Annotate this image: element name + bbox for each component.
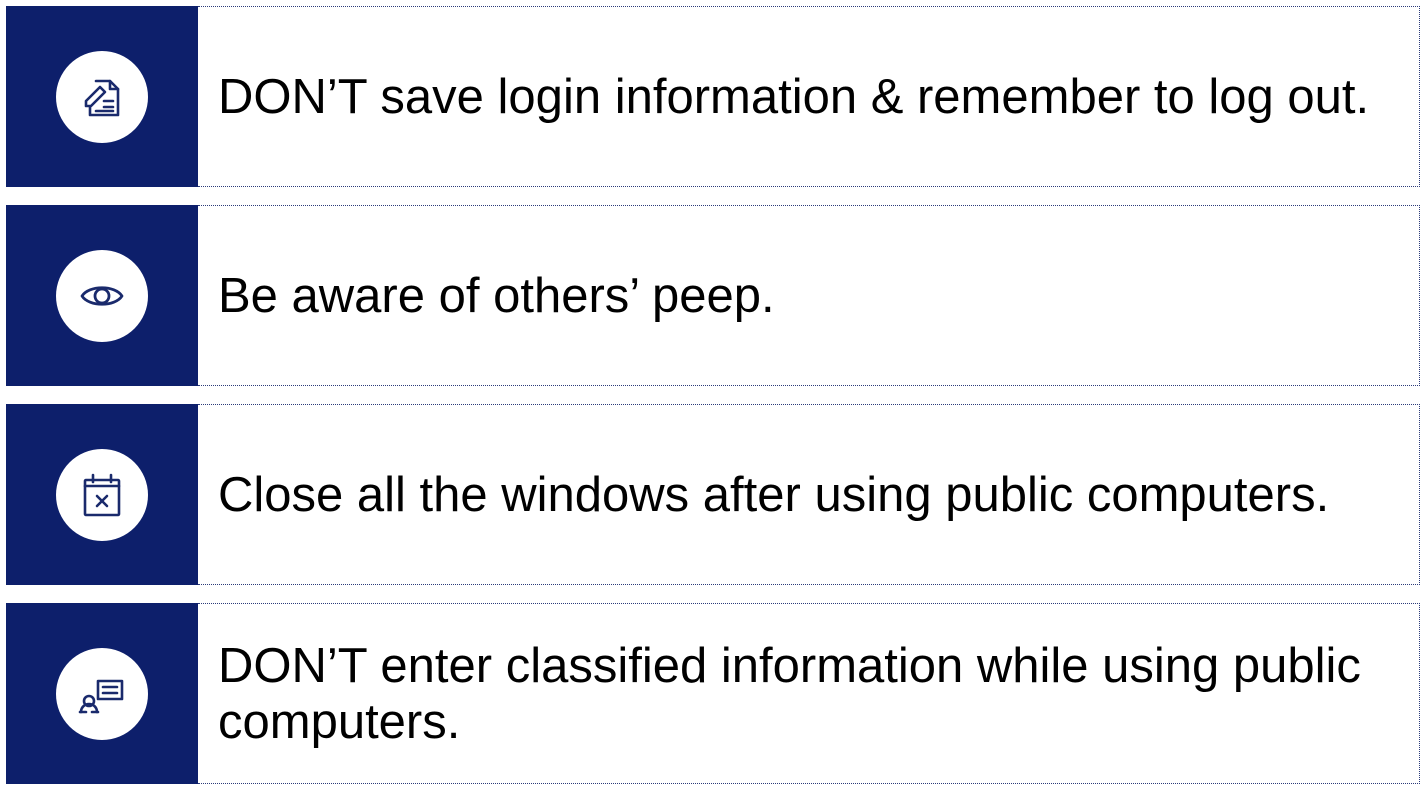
tip-text: DON’T save login information & remember … bbox=[218, 69, 1370, 124]
tip-text-panel: Close all the windows after using public… bbox=[198, 404, 1420, 585]
person-message-icon bbox=[78, 679, 124, 713]
icon-badge bbox=[56, 50, 148, 143]
calendar-close-icon bbox=[83, 473, 121, 516]
icon-panel bbox=[6, 6, 198, 187]
icon-badge bbox=[56, 249, 148, 342]
security-tips-list: DON’T save login information & remember … bbox=[0, 0, 1428, 796]
tip-text: DON’T enter classified information while… bbox=[218, 638, 1361, 749]
tip-text-panel: DON’T enter classified information while… bbox=[198, 603, 1420, 784]
edit-document-icon bbox=[84, 79, 120, 116]
tip-row: DON’T enter classified information while… bbox=[6, 603, 1420, 784]
icon-badge bbox=[56, 647, 148, 740]
tip-row: Be aware of others’ peep. bbox=[6, 205, 1420, 386]
icon-badge bbox=[56, 448, 148, 541]
tip-text-panel: Be aware of others’ peep. bbox=[198, 205, 1420, 386]
icon-panel bbox=[6, 404, 198, 585]
tip-text: Be aware of others’ peep. bbox=[218, 268, 775, 323]
tip-row: DON’T save login information & remember … bbox=[6, 6, 1420, 187]
tip-text: Close all the windows after using public… bbox=[218, 467, 1330, 522]
eye-icon bbox=[80, 285, 124, 306]
tip-text-panel: DON’T save login information & remember … bbox=[198, 6, 1420, 187]
tip-row: Close all the windows after using public… bbox=[6, 404, 1420, 585]
icon-panel bbox=[6, 205, 198, 386]
icon-panel bbox=[6, 603, 198, 784]
